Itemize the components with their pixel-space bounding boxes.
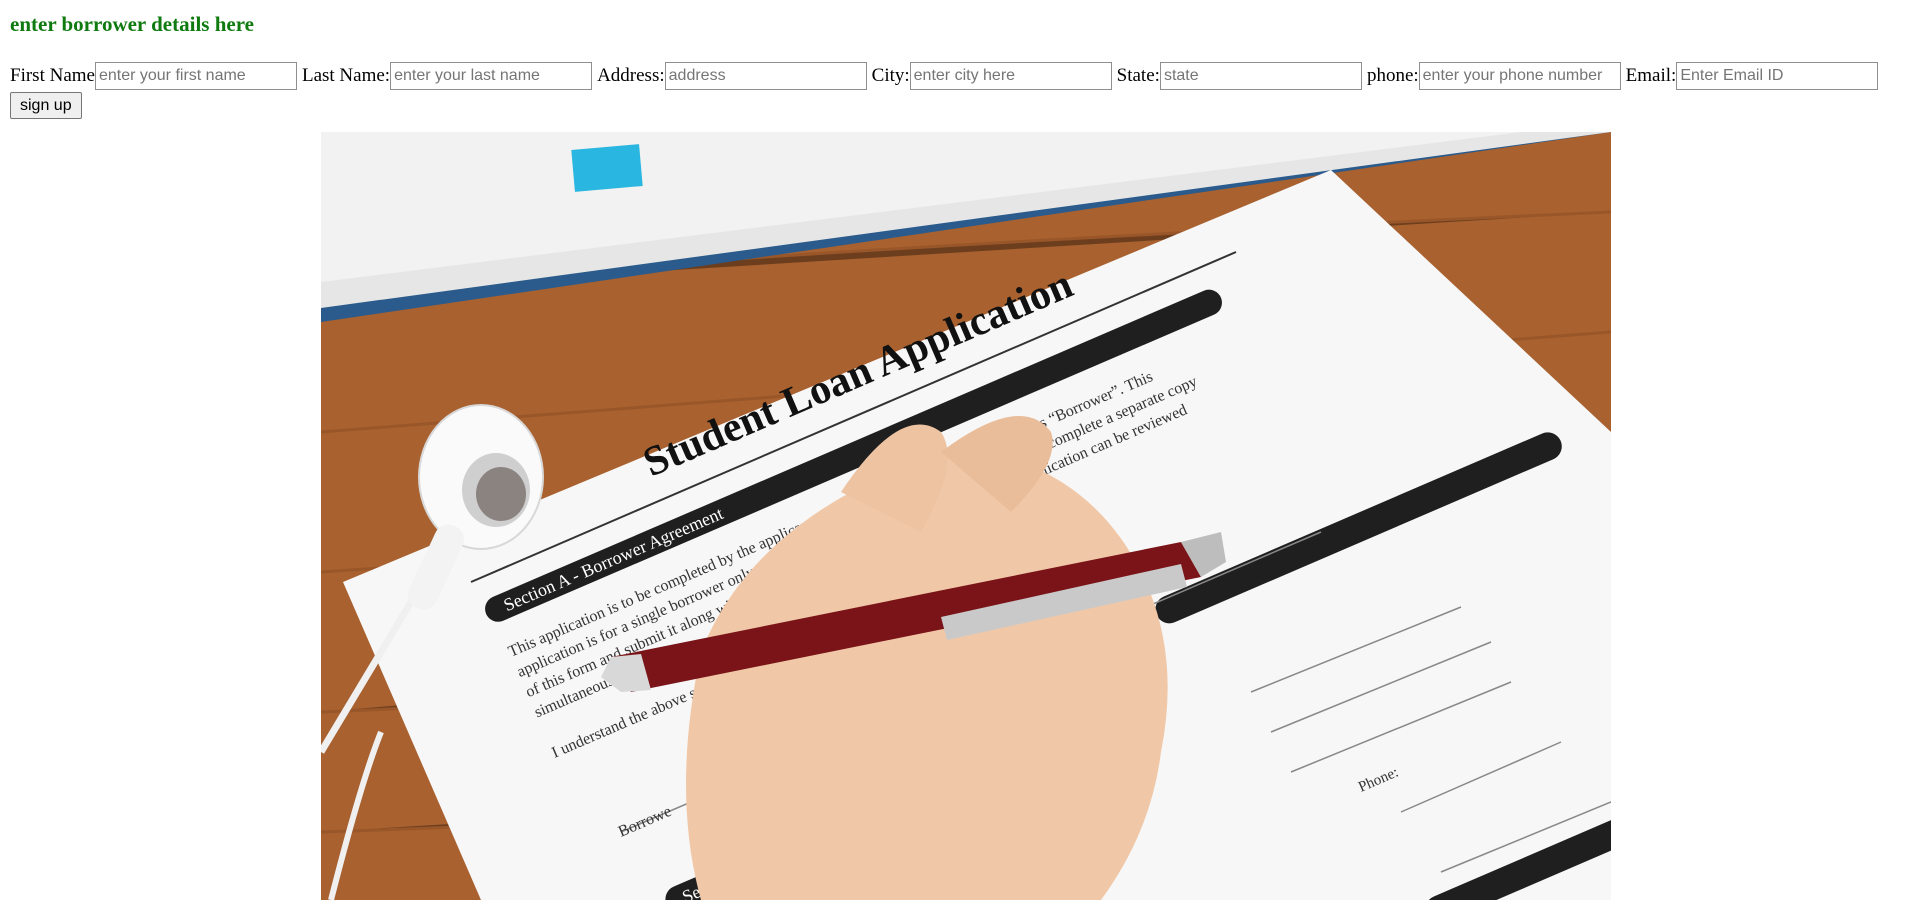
phone-label: phone: bbox=[1366, 65, 1419, 86]
email-input[interactable] bbox=[1676, 62, 1879, 90]
email-label: Email: bbox=[1625, 65, 1677, 86]
phone-input[interactable] bbox=[1418, 62, 1621, 90]
address-label: Address: bbox=[597, 65, 665, 86]
city-field: City: bbox=[872, 62, 1112, 90]
city-label: City: bbox=[871, 65, 910, 86]
first-name-field: First Name bbox=[10, 62, 297, 90]
first-name-input[interactable] bbox=[94, 62, 297, 90]
email-field: Email: bbox=[1626, 62, 1879, 90]
phone-field: phone: bbox=[1367, 62, 1621, 90]
state-label: State: bbox=[1116, 65, 1160, 86]
borrower-form: First Name Last Name: Address: City: Sta… bbox=[10, 62, 1883, 90]
loan-application-photo: Section A - Borrower Agreement Student L… bbox=[321, 132, 1611, 900]
address-input[interactable] bbox=[664, 62, 867, 90]
state-input[interactable] bbox=[1159, 62, 1362, 90]
city-input[interactable] bbox=[909, 62, 1112, 90]
address-field: Address: bbox=[597, 62, 867, 90]
last-name-input[interactable] bbox=[390, 62, 593, 90]
page-heading: enter borrower details here bbox=[10, 12, 254, 36]
sign-up-button[interactable]: sign up bbox=[10, 92, 82, 119]
last-name-field: Last Name: bbox=[301, 62, 593, 90]
last-name-label: Last Name: bbox=[301, 65, 391, 86]
state-field: State: bbox=[1117, 62, 1362, 90]
first-name-label: First Name bbox=[10, 65, 95, 86]
bookmark-tab bbox=[571, 144, 643, 192]
loan-application-illustration: Section A - Borrower Agreement Student L… bbox=[321, 132, 1611, 900]
